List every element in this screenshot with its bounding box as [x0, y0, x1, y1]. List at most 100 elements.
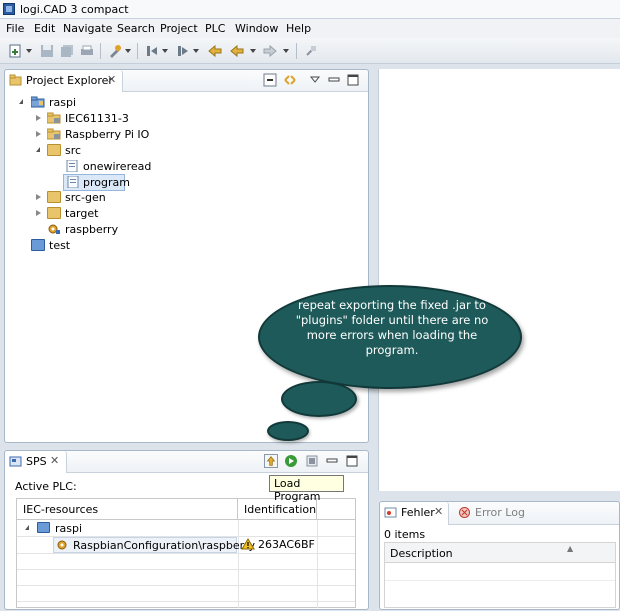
forward-dropdown-icon[interactable] — [283, 49, 289, 53]
expand-toggle-icon[interactable] — [36, 194, 41, 200]
column-header-description[interactable]: Description — [385, 543, 615, 563]
tree-item-raspberry[interactable]: raspberry — [45, 222, 135, 238]
next-annotation-dropdown-icon[interactable] — [162, 49, 168, 53]
toolbar-separator — [137, 43, 138, 59]
expand-toggle-icon[interactable] — [19, 99, 23, 104]
tree-item-onewireread[interactable]: onewireread — [63, 159, 163, 175]
tree-item-test[interactable]: test — [29, 238, 99, 254]
tree-item-program[interactable]: program — [63, 174, 130, 191]
run-dropdown-icon[interactable] — [125, 49, 131, 53]
previous-annotation-icon[interactable] — [176, 44, 190, 58]
tree-item-iec61131-3[interactable]: IEC61131-3 — [34, 111, 154, 127]
library-folder-icon — [47, 112, 61, 124]
menu-file[interactable]: File — [6, 22, 24, 35]
table-row-raspbian-configuration[interactable]: RaspbianConfiguration\raspberry — [53, 537, 255, 553]
expand-toggle-icon[interactable] — [36, 131, 41, 137]
new-dropdown-icon[interactable] — [26, 49, 32, 53]
menu-bar: File Edit Navigate Search Project PLC Wi… — [0, 19, 620, 38]
menu-project[interactable]: Project — [160, 22, 198, 35]
project-folder-icon — [37, 522, 50, 533]
resource-name: RaspbianConfiguration\raspberry — [73, 539, 255, 552]
menu-edit[interactable]: Edit — [34, 22, 55, 35]
print-icon[interactable] — [80, 44, 94, 58]
tree-item-label: src-gen — [65, 191, 106, 204]
run-plc-icon[interactable] — [284, 454, 298, 468]
tree-item-target[interactable]: target — [34, 206, 114, 222]
sps-tabstrip: SPS ✕ — [5, 451, 368, 473]
problems-view: Fehler ✕ Error Log 0 items Description ▲ — [379, 501, 620, 610]
back-dropdown-icon[interactable] — [250, 49, 256, 53]
save-all-icon[interactable] — [60, 44, 74, 58]
tab-sps[interactable]: SPS ✕ — [5, 451, 67, 473]
menu-search[interactable]: Search — [117, 22, 155, 35]
title-bar: logi.CAD 3 compact — [0, 0, 620, 19]
callout-thought-dot — [281, 381, 357, 417]
link-with-editor-icon[interactable] — [283, 73, 297, 87]
column-header-filler — [317, 499, 355, 520]
row-divider — [17, 585, 355, 586]
resource-name: raspi — [55, 522, 83, 535]
error-log-icon — [459, 507, 470, 518]
blue-folder-icon — [31, 239, 45, 251]
menu-navigate[interactable]: Navigate — [63, 22, 112, 35]
load-program-icon[interactable] — [264, 454, 278, 468]
iec-resources-table: IEC-resources Identification raspi Raspb… — [16, 498, 356, 608]
close-icon[interactable]: ✕ — [434, 505, 443, 518]
view-menu-icon[interactable] — [308, 73, 322, 87]
minimize-icon[interactable] — [327, 73, 341, 87]
maximize-icon[interactable] — [345, 454, 359, 468]
column-header-iec-resources[interactable]: IEC-resources — [17, 499, 238, 520]
run-tool-icon[interactable] — [108, 44, 122, 58]
close-icon[interactable]: ✕ — [50, 454, 59, 467]
tab-sps-label: SPS — [26, 455, 47, 468]
configuration-icon — [48, 224, 60, 234]
back-icon[interactable] — [230, 44, 244, 58]
save-icon[interactable] — [40, 44, 54, 58]
menu-help[interactable]: Help — [286, 22, 311, 35]
st-file-icon — [67, 176, 79, 188]
folder-icon — [47, 191, 61, 203]
tree-item-src[interactable]: src — [34, 143, 114, 159]
forward-icon[interactable] — [263, 44, 277, 58]
load-program-tooltip: Load Program — [269, 475, 344, 503]
close-icon[interactable]: ✕ — [107, 73, 116, 86]
expand-toggle-icon[interactable] — [36, 210, 41, 216]
callout-text: repeat exporting the fixed .jar to "plug… — [295, 298, 489, 357]
tree-item-raspi[interactable]: raspi — [17, 95, 97, 111]
pin-editor-icon[interactable] — [304, 44, 318, 58]
project-folder-icon — [31, 96, 45, 108]
collapse-all-icon[interactable] — [263, 73, 277, 87]
table-row-raspi[interactable]: raspi — [21, 521, 237, 537]
problems-icon — [384, 507, 397, 518]
last-edit-location-icon[interactable] — [208, 44, 222, 58]
minimize-icon[interactable] — [325, 454, 339, 468]
folder-icon — [47, 144, 61, 156]
problems-tabstrip: Fehler ✕ Error Log — [380, 502, 619, 525]
st-file-icon — [66, 160, 78, 172]
tree-item-label: program — [83, 176, 130, 189]
identification-value: 263AC6BF — [258, 538, 315, 551]
tab-fehler[interactable]: Fehler ✕ — [380, 502, 449, 525]
menu-plc[interactable]: PLC — [205, 22, 225, 35]
configuration-icon — [57, 540, 67, 550]
tree-item-label: target — [65, 207, 99, 220]
expand-toggle-icon[interactable] — [36, 115, 41, 121]
warning-icon — [241, 538, 255, 550]
tree-item-raspberry-pi-io[interactable]: Raspberry Pi IO — [34, 127, 174, 143]
tree-item-label: src — [65, 144, 82, 157]
maximize-icon[interactable] — [346, 73, 360, 87]
tree-item-src-gen[interactable]: src-gen — [34, 190, 114, 206]
tree-item-label: raspberry — [65, 223, 119, 236]
editor-area — [378, 69, 620, 491]
expand-toggle-icon[interactable] — [25, 525, 29, 530]
previous-annotation-dropdown-icon[interactable] — [193, 49, 199, 53]
callout-thought-dot — [267, 421, 309, 441]
tab-project-explorer[interactable]: Project Explorer ✕ — [5, 70, 123, 92]
menu-window[interactable]: Window — [235, 22, 278, 35]
tab-error-log[interactable]: Error Log — [454, 502, 534, 524]
tree-item-label: onewireread — [83, 160, 152, 173]
stop-plc-icon[interactable] — [305, 454, 319, 468]
next-annotation-icon[interactable] — [145, 44, 159, 58]
expand-toggle-icon[interactable] — [36, 147, 40, 152]
new-icon[interactable] — [8, 44, 22, 58]
